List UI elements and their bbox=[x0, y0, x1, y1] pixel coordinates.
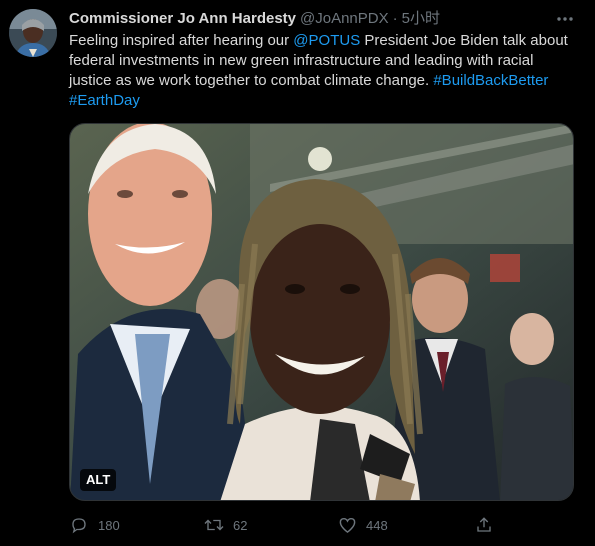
retweet-icon bbox=[199, 510, 229, 540]
more-icon bbox=[557, 17, 573, 21]
mention-link[interactable]: @POTUS bbox=[293, 32, 360, 49]
reply-button[interactable]: 180 bbox=[64, 510, 120, 540]
like-button[interactable]: 448 bbox=[332, 510, 388, 540]
share-button[interactable] bbox=[469, 510, 499, 540]
tweet-actions: 180 62 448 bbox=[64, 510, 504, 540]
tweet-header: Commissioner Jo Ann Hardesty @JoAnnPDX ·… bbox=[69, 9, 549, 29]
photo-image bbox=[70, 124, 573, 500]
more-options-button[interactable] bbox=[553, 7, 577, 31]
like-count: 448 bbox=[366, 517, 388, 533]
user-handle[interactable]: @JoAnnPDX bbox=[300, 9, 389, 29]
tweet-text: Feeling inspired after hearing our @POTU… bbox=[69, 31, 569, 111]
hashtag-link[interactable]: #EarthDay bbox=[69, 92, 140, 109]
reply-count: 180 bbox=[98, 517, 120, 533]
avatar[interactable] bbox=[9, 9, 57, 57]
retweet-count: 62 bbox=[233, 517, 248, 533]
display-name[interactable]: Commissioner Jo Ann Hardesty bbox=[69, 9, 296, 29]
share-icon bbox=[469, 510, 499, 540]
like-icon bbox=[332, 510, 362, 540]
reply-icon bbox=[64, 510, 94, 540]
tweet-text-part: Feeling inspired after hearing our bbox=[69, 32, 294, 49]
retweet-button[interactable]: 62 bbox=[199, 510, 247, 540]
separator-dot: · bbox=[392, 10, 398, 27]
hashtag-link[interactable]: #BuildBackBetter bbox=[433, 72, 548, 89]
tweet-photo[interactable]: ALT bbox=[69, 123, 574, 501]
tweet[interactable]: Commissioner Jo Ann Hardesty @JoAnnPDX ·… bbox=[0, 0, 595, 546]
avatar-image bbox=[9, 9, 57, 57]
timestamp[interactable]: 5小时 bbox=[402, 9, 440, 29]
alt-text-badge[interactable]: ALT bbox=[80, 469, 117, 491]
